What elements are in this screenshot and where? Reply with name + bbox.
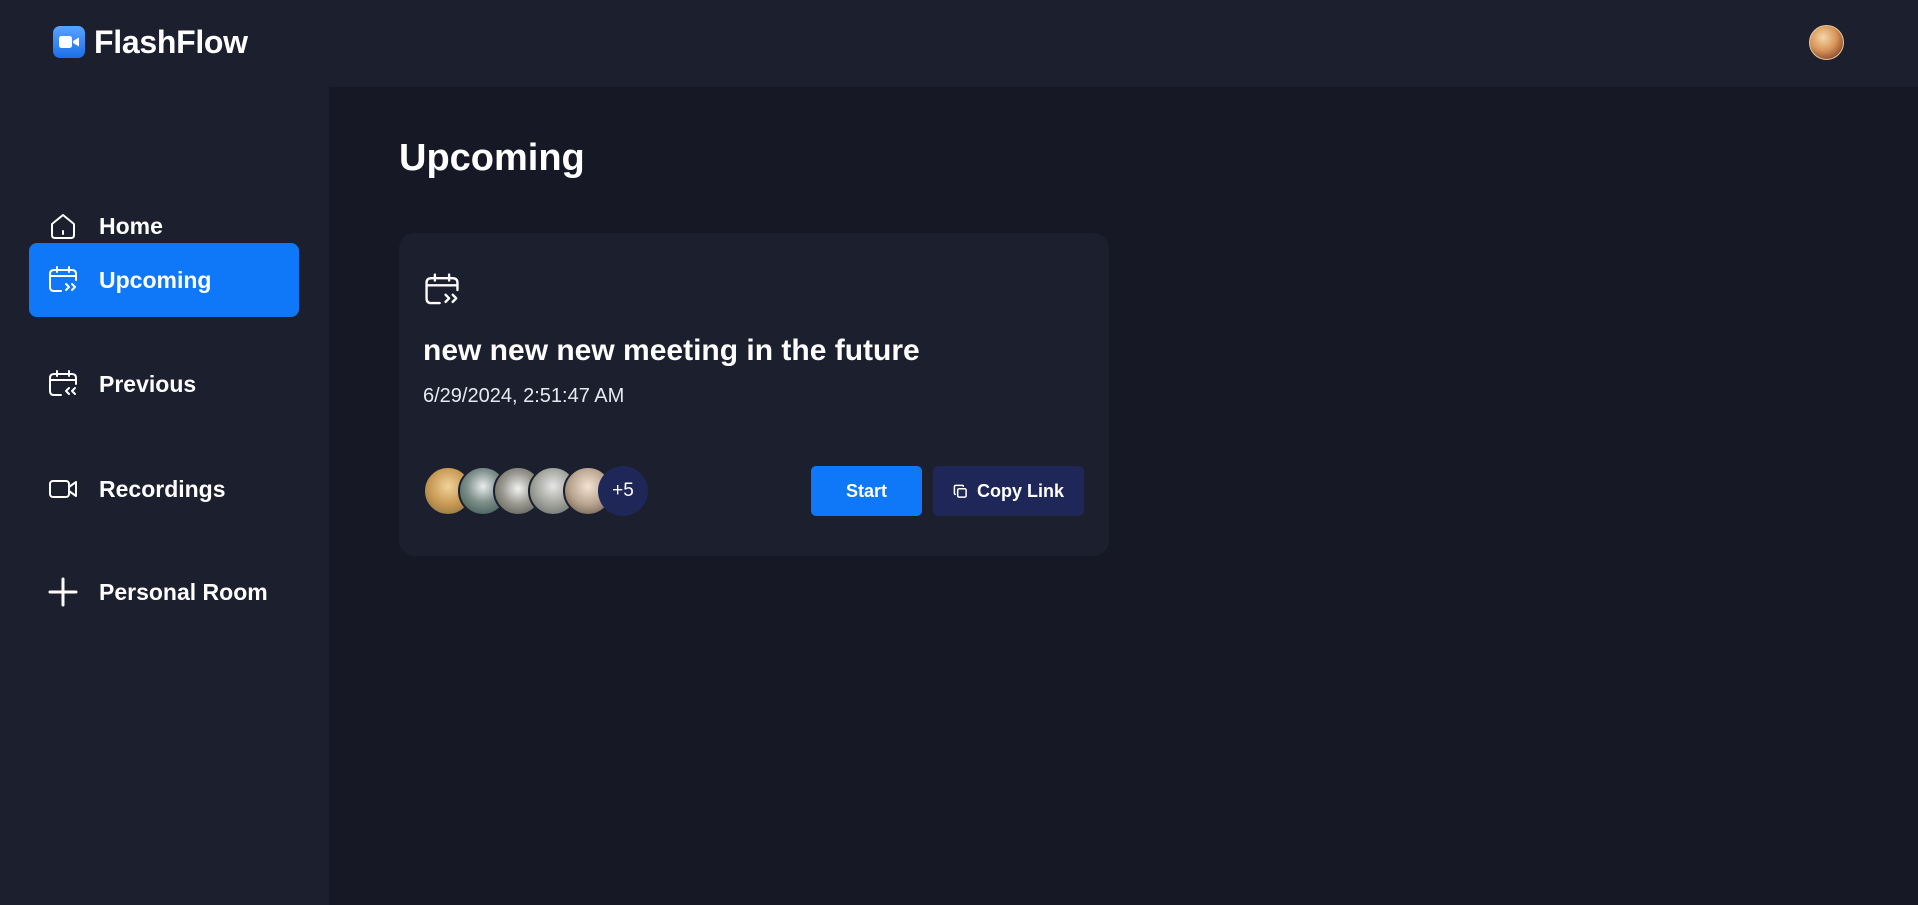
sidebar-item-personal-room[interactable]: Personal Room [29,555,299,629]
video-icon [47,473,79,505]
sidebar-item-upcoming[interactable]: Upcoming [29,243,299,317]
attendee-avatars: +5 [423,466,653,516]
video-camera-icon [53,26,85,58]
brand-link[interactable]: FlashFlow [53,23,248,60]
copy-link-label: Copy Link [976,480,1064,501]
calendar-previous-icon [47,368,79,400]
sidebar-item-previous[interactable]: Previous [29,347,299,421]
meeting-card: new new new meeting in the future 6/29/2… [399,233,1109,556]
sidebar-item-recordings[interactable]: Recordings [29,452,299,526]
sidebar-item-label: Home [99,212,163,239]
start-button[interactable]: Start [811,466,922,516]
sidebar-item-label: Personal Room [99,578,268,605]
meeting-date: 6/29/2024, 2:51:47 AM [423,385,625,407]
more-attendees-badge: +5 [598,466,648,516]
copy-icon [953,484,968,499]
brand-name: FlashFlow [94,23,248,60]
copy-link-button[interactable]: Copy Link [933,466,1084,516]
calendar-upcoming-icon [47,264,79,296]
sidebar-item-label: Previous [99,370,197,397]
top-bar: FlashFlow [0,0,1918,87]
calendar-upcoming-icon [423,271,461,309]
sidebar: Home Upcoming Previous Recordings Person… [0,87,329,905]
page-title: Upcoming [399,137,585,179]
sidebar-item-label: Recordings [99,475,226,502]
meeting-title: new new new meeting in the future [423,334,920,367]
home-icon [47,210,79,242]
user-avatar[interactable] [1809,25,1844,60]
plus-icon [47,576,79,608]
sidebar-item-label: Upcoming [99,266,212,293]
